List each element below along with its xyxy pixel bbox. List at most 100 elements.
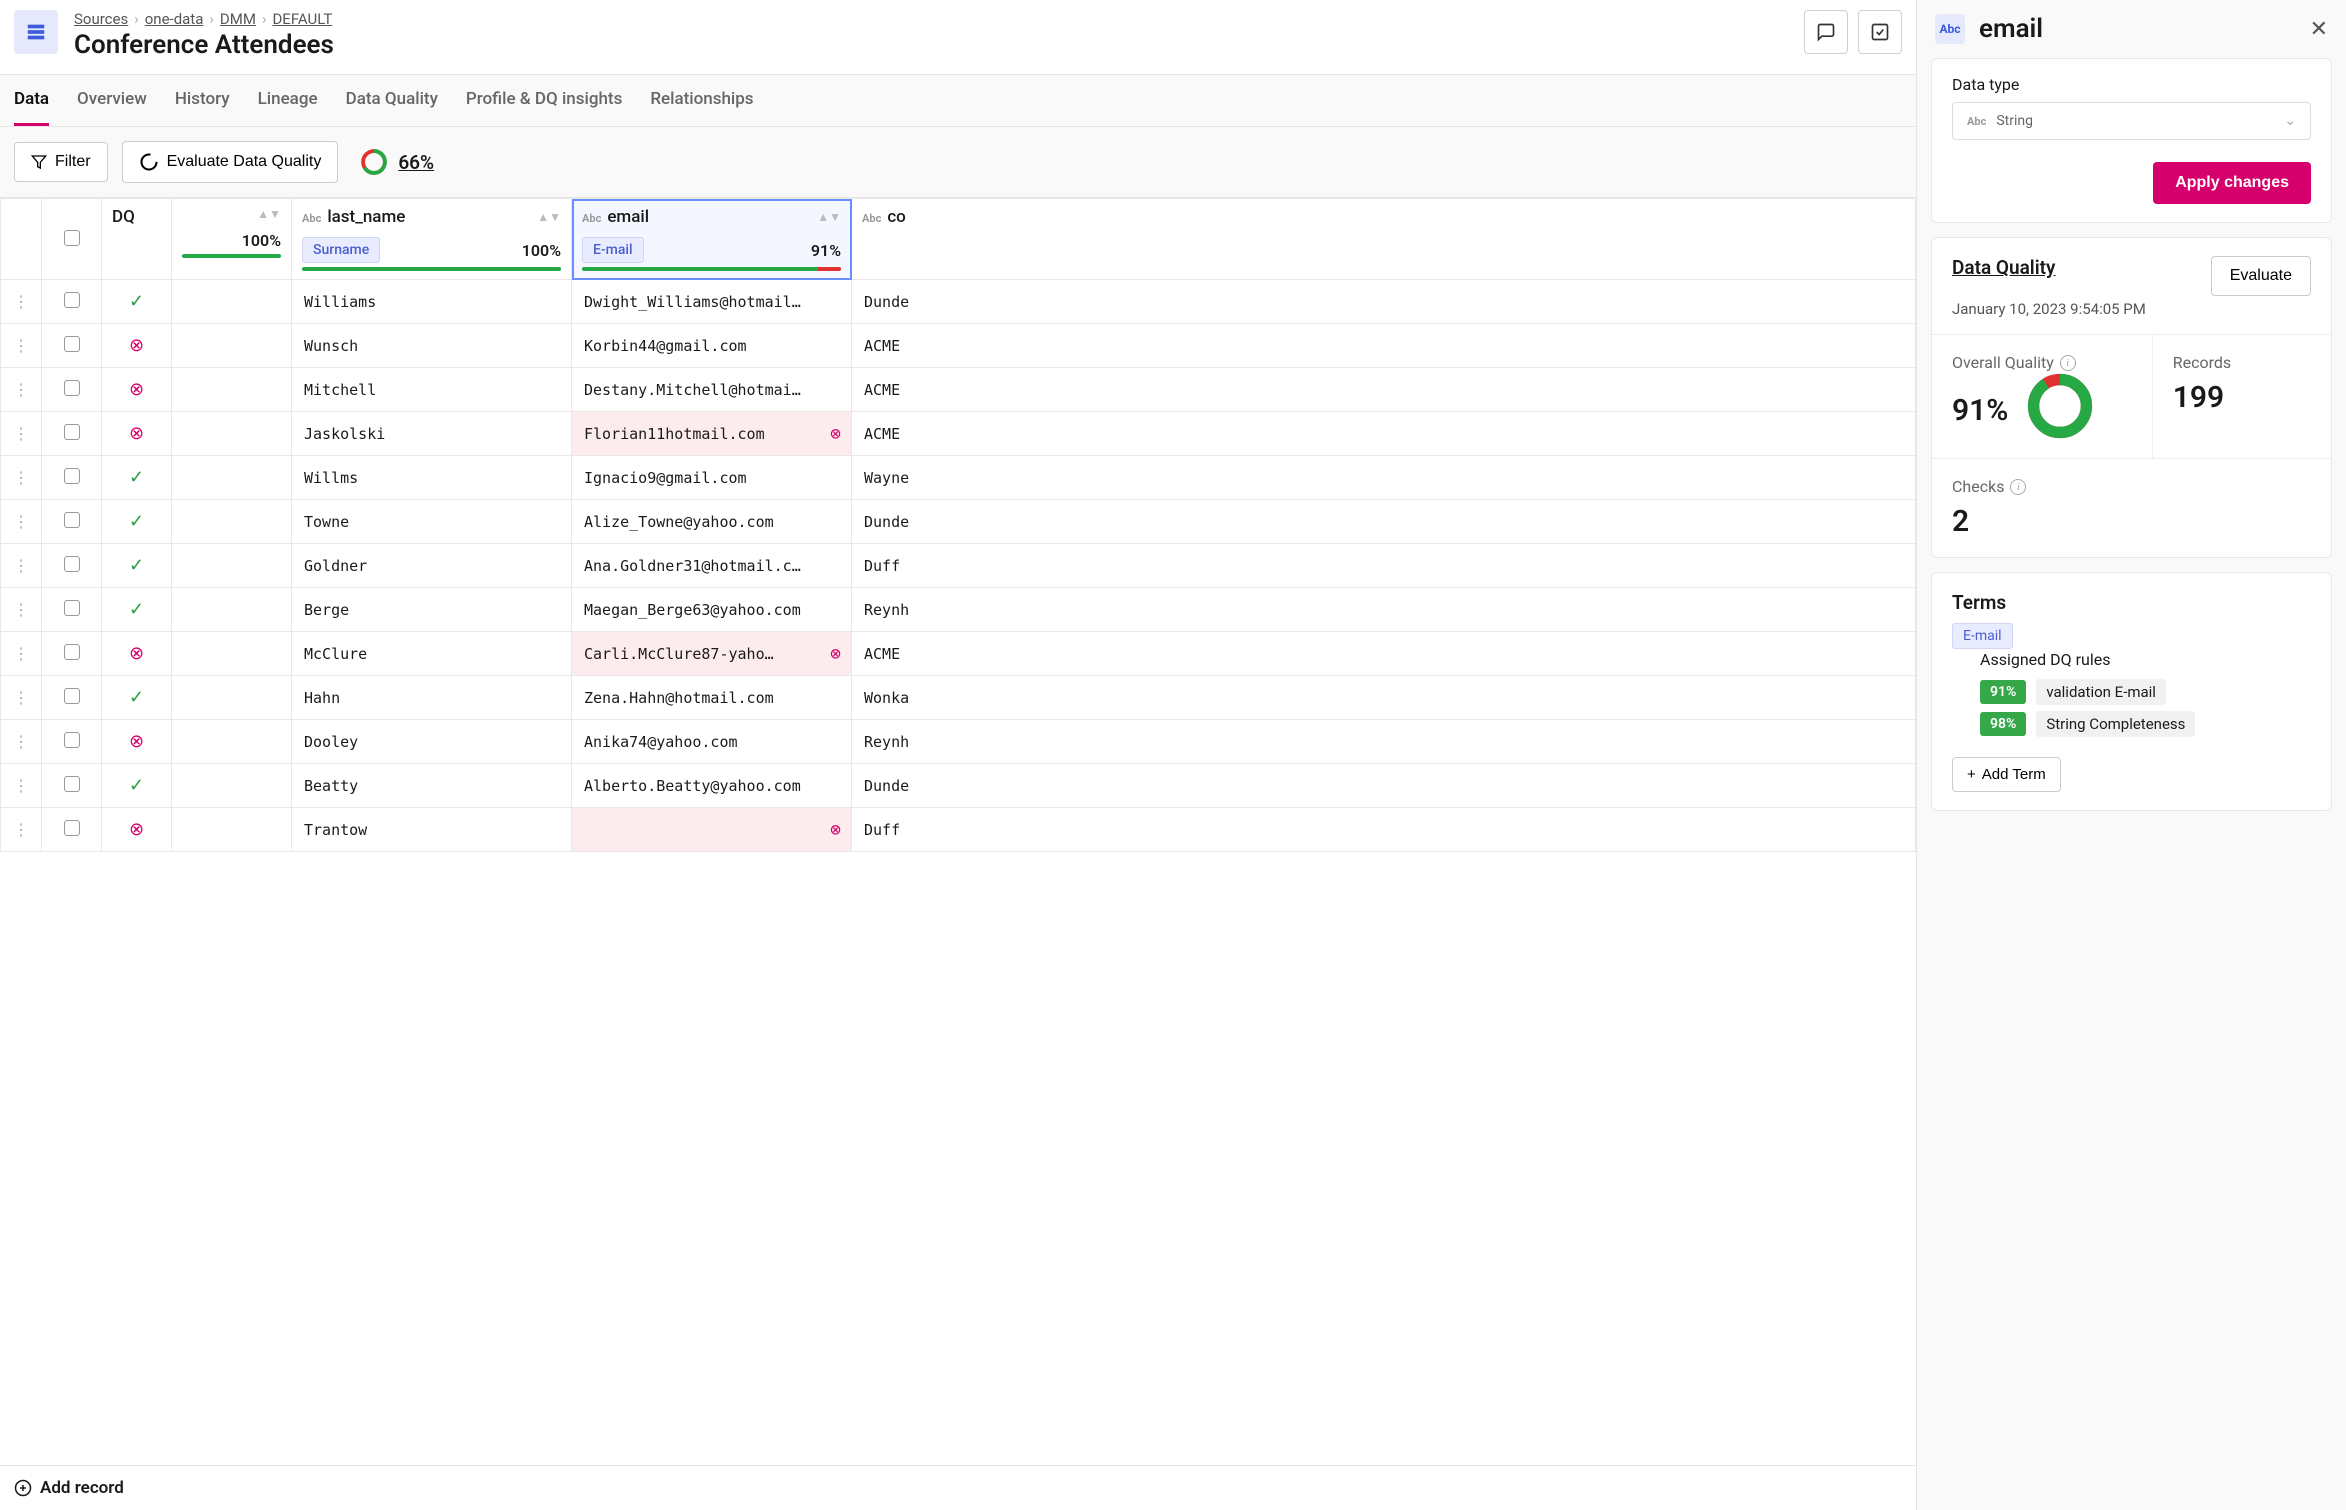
data-type-select[interactable]: Abc String ⌄ [1952,102,2311,140]
cell-lastname[interactable]: Wunsch [292,324,572,368]
table-row[interactable]: ⋮✓TowneAlize_Towne@yahoo.comDunde [1,500,1916,544]
row-menu-button[interactable]: ⋮ [1,456,42,500]
cell-company[interactable]: ACME [852,368,1916,412]
dq-heading[interactable]: Data Quality [1952,256,2056,279]
info-icon[interactable]: i [2060,355,2076,371]
row-checkbox[interactable] [64,468,80,484]
cell-email[interactable]: Ana.Goldner31@hotmail.c… [572,544,852,588]
row-menu-button[interactable]: ⋮ [1,412,42,456]
table-row[interactable]: ⋮✓BergeMaegan_Berge63@yahoo.comReynh [1,588,1916,632]
cell-company[interactable]: Duff [852,808,1916,852]
tab-data-quality[interactable]: Data Quality [346,75,438,126]
cell-lastname[interactable]: Willms [292,456,572,500]
row-menu-button[interactable]: ⋮ [1,368,42,412]
row-checkbox[interactable] [64,336,80,352]
add-term-button[interactable]: +Add Term [1952,757,2061,792]
table-row[interactable]: ⋮✓WilliamsDwight_Williams@hotmail…Dunde [1,280,1916,324]
breadcrumb-item[interactable]: Sources [74,10,128,28]
row-checkbox[interactable] [64,776,80,792]
add-record-button[interactable]: Add record [0,1465,1916,1510]
cell-email[interactable]: Alberto.Beatty@yahoo.com [572,764,852,808]
row-checkbox[interactable] [64,644,80,660]
select-all-checkbox[interactable] [64,230,80,246]
row-checkbox[interactable] [64,600,80,616]
term-badge-surname[interactable]: Surname [302,237,380,263]
cell-company[interactable]: Reynh [852,720,1916,764]
cell-lastname[interactable]: McClure [292,632,572,676]
row-checkbox[interactable] [64,512,80,528]
row-menu-button[interactable]: ⋮ [1,588,42,632]
tab-overview[interactable]: Overview [77,75,147,126]
cell-email[interactable]: Carli.McClure87-yaho…⊗ [572,632,852,676]
row-menu-button[interactable]: ⋮ [1,720,42,764]
table-row[interactable]: ⋮⊗MitchellDestany.Mitchell@hotmai…ACME [1,368,1916,412]
row-menu-button[interactable]: ⋮ [1,676,42,720]
info-icon[interactable]: i [2010,479,2026,495]
cell-email[interactable]: Maegan_Berge63@yahoo.com [572,588,852,632]
cell-lastname[interactable]: Williams [292,280,572,324]
cell-email[interactable]: ⊗ [572,808,852,852]
dq-rule-row[interactable]: 98%String Completeness [1980,711,2311,737]
col-header-lastname[interactable]: last_name [327,207,405,227]
cell-email[interactable]: Destany.Mitchell@hotmai… [572,368,852,412]
row-menu-button[interactable]: ⋮ [1,544,42,588]
table-row[interactable]: ⋮✓BeattyAlberto.Beatty@yahoo.comDunde [1,764,1916,808]
row-menu-button[interactable]: ⋮ [1,280,42,324]
tab-history[interactable]: History [175,75,230,126]
row-checkbox[interactable] [64,556,80,572]
cell-company[interactable]: Dunde [852,280,1916,324]
row-checkbox[interactable] [64,688,80,704]
cell-email[interactable]: Anika74@yahoo.com [572,720,852,764]
row-menu-button[interactable]: ⋮ [1,500,42,544]
sort-icon[interactable]: ▲▼ [257,207,281,221]
cell-company[interactable]: Dunde [852,500,1916,544]
close-panel-button[interactable]: ✕ [2310,17,2328,42]
cell-company[interactable]: Reynh [852,588,1916,632]
cell-company[interactable]: Duff [852,544,1916,588]
cell-email[interactable]: Korbin44@gmail.com [572,324,852,368]
cell-company[interactable]: ACME [852,412,1916,456]
comments-button[interactable] [1804,10,1848,54]
filter-button[interactable]: Filter [14,142,108,182]
apply-changes-button[interactable]: Apply changes [2153,162,2311,204]
row-menu-button[interactable]: ⋮ [1,324,42,368]
cell-email[interactable]: Alize_Towne@yahoo.com [572,500,852,544]
cell-company[interactable]: Wonka [852,676,1916,720]
term-badge-email[interactable]: E-mail [582,237,644,263]
cell-lastname[interactable]: Beatty [292,764,572,808]
cell-lastname[interactable]: Jaskolski [292,412,572,456]
cell-company[interactable]: Wayne [852,456,1916,500]
table-row[interactable]: ⋮⊗McClureCarli.McClure87-yaho…⊗ACME [1,632,1916,676]
sort-icon[interactable]: ▲▼ [817,210,841,224]
table-row[interactable]: ⋮✓GoldnerAna.Goldner31@hotmail.c…Duff [1,544,1916,588]
cell-lastname[interactable]: Trantow [292,808,572,852]
table-row[interactable]: ⋮⊗WunschKorbin44@gmail.comACME [1,324,1916,368]
breadcrumb-item[interactable]: DEFAULT [272,10,332,28]
row-menu-button[interactable]: ⋮ [1,632,42,676]
sort-icon[interactable]: ▲▼ [537,210,561,224]
row-menu-button[interactable]: ⋮ [1,764,42,808]
evaluate-button[interactable]: Evaluate [2211,256,2311,296]
cell-email[interactable]: Florian11hotmail.com⊗ [572,412,852,456]
cell-email[interactable]: Zena.Hahn@hotmail.com [572,676,852,720]
tab-profile-dq-insights[interactable]: Profile & DQ insights [466,75,622,126]
row-checkbox[interactable] [64,292,80,308]
table-row[interactable]: ⋮✓WillmsIgnacio9@gmail.comWayne [1,456,1916,500]
cell-lastname[interactable]: Towne [292,500,572,544]
row-checkbox[interactable] [64,424,80,440]
tab-lineage[interactable]: Lineage [258,75,318,126]
cell-email[interactable]: Ignacio9@gmail.com [572,456,852,500]
col-header-email[interactable]: email [607,207,649,227]
table-row[interactable]: ⋮✓HahnZena.Hahn@hotmail.comWonka [1,676,1916,720]
col-header-company[interactable]: co [887,207,906,227]
row-menu-button[interactable]: ⋮ [1,808,42,852]
cell-lastname[interactable]: Berge [292,588,572,632]
tasks-button[interactable] [1858,10,1902,54]
cell-email[interactable]: Dwight_Williams@hotmail… [572,280,852,324]
cell-company[interactable]: Dunde [852,764,1916,808]
cell-lastname[interactable]: Mitchell [292,368,572,412]
tab-data[interactable]: Data [14,75,49,126]
table-row[interactable]: ⋮⊗DooleyAnika74@yahoo.comReynh [1,720,1916,764]
cell-lastname[interactable]: Dooley [292,720,572,764]
overall-dq-pct[interactable]: 66% [398,151,434,174]
